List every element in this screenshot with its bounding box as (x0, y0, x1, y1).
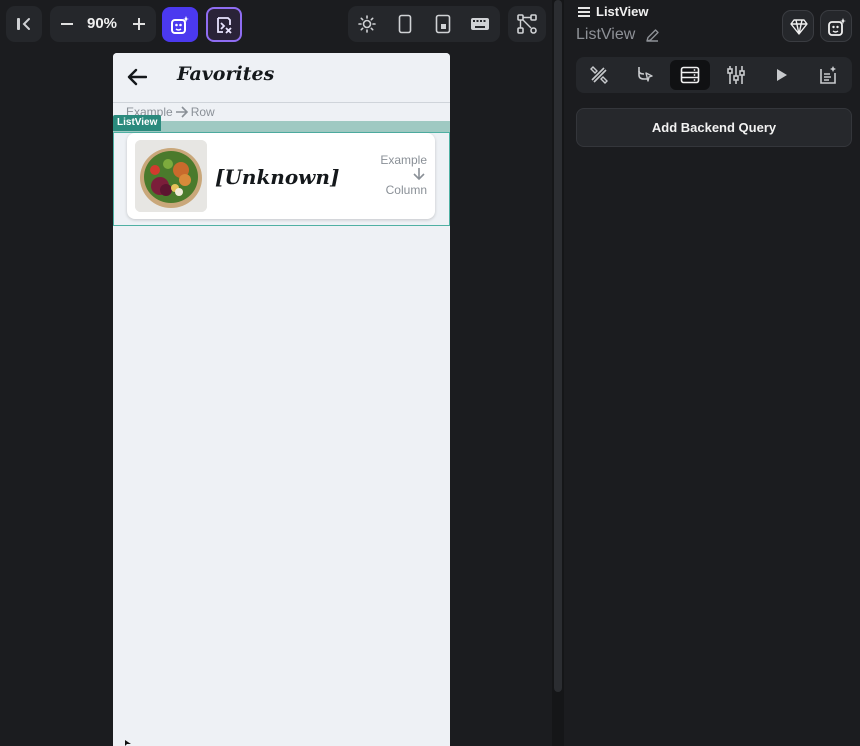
phone-preview[interactable]: Favorites Example Row ListView [Unknown]… (113, 53, 450, 746)
zoom-out-button[interactable] (54, 10, 80, 38)
ai-assist-button[interactable] (820, 10, 852, 42)
mouse-cursor-icon (125, 740, 131, 746)
tab-animations[interactable] (762, 60, 802, 90)
animations-icon (777, 69, 787, 81)
arrow-down-icon (413, 168, 425, 181)
tab-backend-query[interactable] (670, 60, 710, 90)
zoom-control: 90% (50, 6, 156, 42)
app-bar[interactable]: Favorites (113, 53, 450, 103)
properties-icon (590, 66, 608, 84)
collapse-left-icon (17, 18, 30, 30)
code-check-button[interactable] (206, 7, 242, 42)
zoom-out-icon (61, 23, 73, 25)
canvas-scrollbar-thumb[interactable] (554, 0, 562, 692)
tablet-device-button[interactable] (428, 10, 458, 38)
collapse-left-button[interactable] (6, 6, 42, 42)
row-hint-right: Row (190, 105, 215, 119)
code-check-icon (217, 16, 232, 34)
list-item-card[interactable]: [Unknown] Example Column (127, 133, 435, 219)
zoom-level: 90% (86, 15, 118, 32)
list-icon (578, 6, 590, 17)
keyboard-button[interactable] (464, 10, 496, 38)
food-image (135, 140, 207, 212)
tab-actions[interactable] (625, 60, 665, 90)
widget-name-row: ListView (576, 26, 660, 44)
column-hint-bottom: Column (385, 183, 427, 197)
zoom-in-icon (133, 18, 145, 30)
back-arrow-icon[interactable] (127, 68, 147, 86)
widget-tree-icon (517, 14, 537, 34)
backend-query-icon (680, 66, 700, 84)
keyboard-icon (471, 18, 489, 30)
card-title: [Unknown] (215, 165, 340, 189)
notes-icon (820, 66, 836, 84)
widget-name: ListView (576, 26, 636, 43)
arrow-right-icon (175, 106, 188, 118)
selected-widget-header: ListView (578, 4, 649, 19)
ai-generate-icon (171, 15, 189, 34)
light-mode-icon (358, 15, 376, 33)
ai-generate-button[interactable] (162, 7, 198, 42)
phone-device-icon (398, 14, 412, 34)
diamond-icon (790, 19, 808, 35)
selected-widget-type: ListView (596, 4, 649, 19)
alignment-icon (727, 66, 745, 84)
add-backend-query-button[interactable]: Add Backend Query (576, 108, 852, 147)
phone-device-button[interactable] (390, 10, 420, 38)
tab-properties[interactable] (579, 60, 619, 90)
widget-tree-button[interactable] (508, 6, 546, 42)
tablet-device-icon (435, 14, 451, 34)
column-hint-top: Example (380, 153, 427, 167)
actions-icon (638, 67, 653, 82)
listview-tag: ListView (113, 115, 162, 131)
premium-button[interactable] (782, 10, 814, 42)
column-hint: Example Column (357, 153, 427, 197)
tab-notes[interactable] (808, 60, 848, 90)
panel-tab-bar (576, 57, 852, 93)
page-title: Favorites (177, 63, 275, 85)
zoom-in-button[interactable] (126, 10, 152, 38)
ai-assist-icon (828, 18, 846, 36)
device-toolbar (348, 6, 500, 42)
edit-pencil-icon[interactable] (645, 28, 660, 43)
tab-alignment[interactable] (716, 60, 756, 90)
light-mode-button[interactable] (352, 10, 382, 38)
listview-highlight-band (113, 121, 450, 132)
